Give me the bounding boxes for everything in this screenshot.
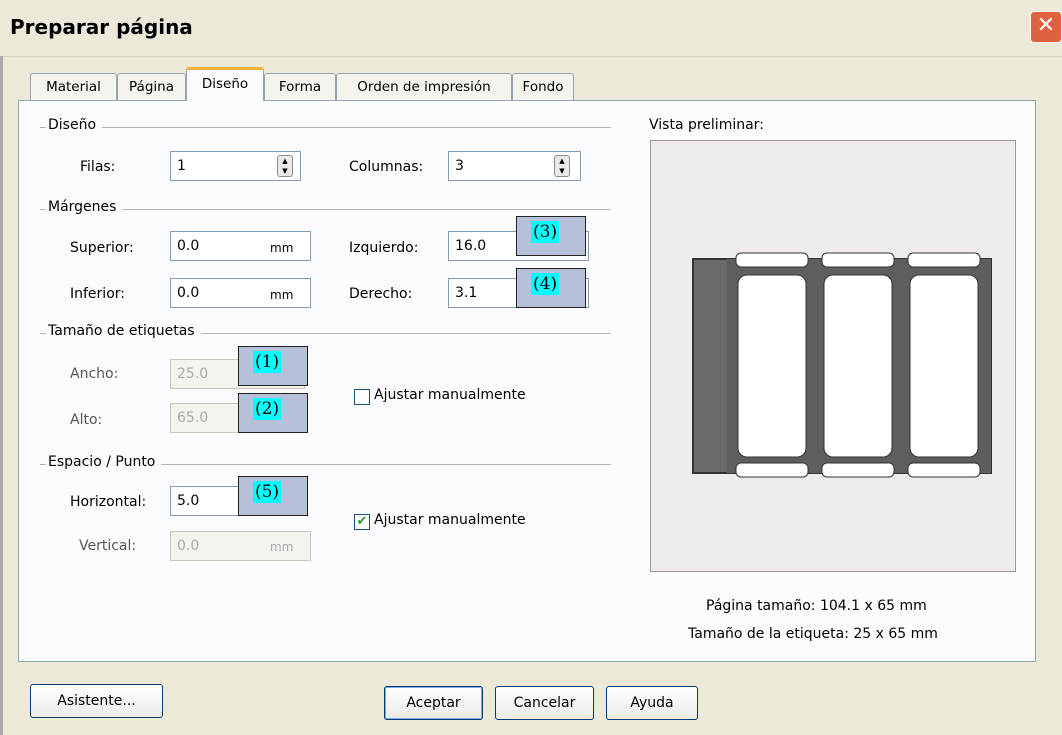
callout-3-label: (3) xyxy=(531,221,560,243)
spacing-manual-label: Ajustar manualmente xyxy=(374,512,526,528)
rows-stepper[interactable]: ▲ ▼ xyxy=(277,155,293,177)
callout-5-label: (5) xyxy=(253,481,282,503)
tab-material[interactable]: Material xyxy=(30,73,117,100)
label-column xyxy=(737,274,807,458)
inferior-unit: mm xyxy=(270,288,294,302)
group-title-diseno: Diseño xyxy=(46,117,103,133)
group-divider xyxy=(40,209,611,210)
label-columns xyxy=(735,252,981,478)
callout-2-label: (2) xyxy=(253,398,282,420)
izquierdo-label: Izquierdo: xyxy=(349,240,419,256)
derecho-label: Derecho: xyxy=(349,286,413,302)
size-manual-label: Ajustar manualmente xyxy=(374,387,526,403)
superior-unit: mm xyxy=(270,241,294,255)
help-button[interactable]: Ayuda xyxy=(606,686,698,720)
callout-3: (3) xyxy=(516,216,586,256)
callout-2: (2) xyxy=(238,393,308,433)
preview-title: Vista preliminar: xyxy=(649,117,764,133)
wizard-button[interactable]: Asistente... xyxy=(30,684,163,718)
vertical-label: Vertical: xyxy=(79,538,137,554)
label-tab-bottom xyxy=(907,462,981,478)
horizontal-label: Horizontal: xyxy=(70,494,147,510)
arrow-down-icon: ▼ xyxy=(559,166,565,175)
cancel-button[interactable]: Cancelar xyxy=(495,686,594,720)
label-column xyxy=(823,274,893,458)
group-title-margenes: Márgenes xyxy=(46,199,123,215)
inferior-label: Inferior: xyxy=(70,286,125,302)
label-tab-top xyxy=(735,252,809,268)
page-size-info: Página tamaño: 104.1 x 65 mm xyxy=(706,598,927,614)
callout-4-label: (4) xyxy=(531,273,560,295)
label-tab-bottom xyxy=(821,462,895,478)
vertical-unit: mm xyxy=(270,540,294,554)
rows-label: Filas: xyxy=(80,159,116,175)
tab-pagina[interactable]: Página xyxy=(117,73,186,100)
label-size-info: Tamaño de la etiqueta: 25 x 65 mm xyxy=(688,626,938,642)
arrow-up-icon: ▲ xyxy=(559,156,565,165)
ancho-label: Ancho: xyxy=(70,366,119,382)
callout-4: (4) xyxy=(516,268,586,308)
size-manual-checkbox[interactable] xyxy=(354,389,370,405)
superior-label: Superior: xyxy=(70,240,134,256)
cols-label: Columnas: xyxy=(349,159,424,175)
group-divider xyxy=(40,127,611,128)
tab-fondo[interactable]: Fondo xyxy=(512,73,574,100)
label-tab-bottom xyxy=(735,462,809,478)
close-button[interactable]: ✕ xyxy=(1030,11,1062,43)
window-title: Preparar página xyxy=(10,15,193,39)
group-title-tamano: Tamaño de etiquetas xyxy=(46,323,201,339)
tab-diseno[interactable]: Diseño xyxy=(186,67,264,101)
callout-5: (5) xyxy=(238,476,308,516)
label-tab-top xyxy=(907,252,981,268)
preview-panel xyxy=(650,140,1016,572)
arrow-down-icon: ▼ xyxy=(282,166,288,175)
callout-1: (1) xyxy=(238,346,308,386)
tab-orden-impresion[interactable]: Orden de impresión xyxy=(336,73,512,100)
label-column xyxy=(909,274,979,458)
cols-stepper[interactable]: ▲ ▼ xyxy=(554,155,570,177)
arrow-up-icon: ▲ xyxy=(282,156,288,165)
window-frame xyxy=(0,56,3,735)
group-title-espacio: Espacio / Punto xyxy=(46,454,162,470)
alto-label: Alto: xyxy=(70,412,103,428)
label-tab-top xyxy=(821,252,895,268)
callout-1-label: (1) xyxy=(253,351,282,373)
spacing-manual-checkbox[interactable]: ✔ xyxy=(354,514,370,530)
label-preview-graphic xyxy=(692,252,992,478)
tab-forma[interactable]: Forma xyxy=(264,73,336,100)
ok-button[interactable]: Aceptar xyxy=(384,686,483,720)
